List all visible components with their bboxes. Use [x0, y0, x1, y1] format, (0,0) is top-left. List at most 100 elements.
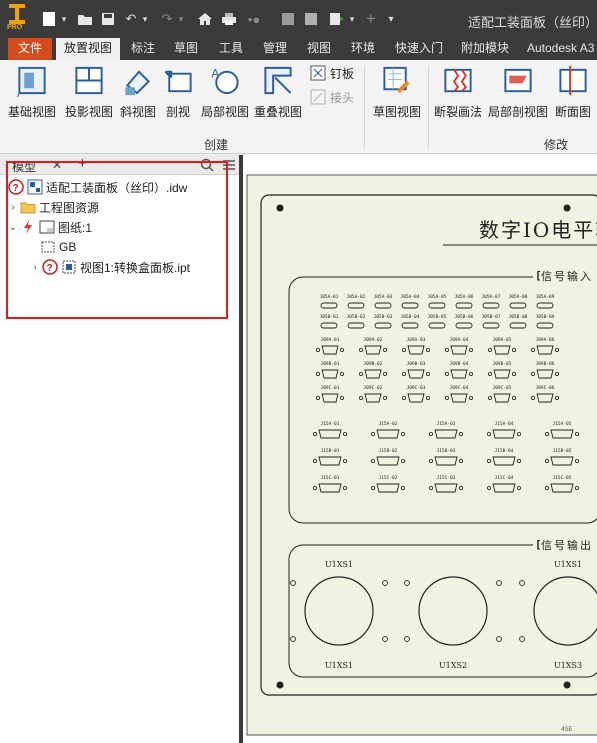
tree-label-drawing-resources: 工程图资源	[39, 200, 100, 215]
new-dropdown-icon[interactable]: ▾	[58, 10, 70, 28]
tab-file[interactable]: 文件	[8, 38, 52, 60]
ribbon-panel: 基础视图 投影视图 斜视图 剖视 A 局部视图 重叠视图 钉板 接头 草图视图 …	[0, 60, 597, 154]
section-view-label: 剖视	[165, 105, 190, 119]
svg-text:A: A	[211, 68, 219, 81]
logo-edition-text: PRO	[7, 24, 23, 31]
small-connector	[401, 322, 419, 329]
redo-dropdown-icon[interactable]: ▾	[176, 10, 186, 28]
tab-autodesk-a3[interactable]: Autodesk A3	[527, 38, 597, 60]
tree-label-gb: GB	[59, 240, 77, 254]
connector-label: J09C-06	[536, 385, 555, 391]
connector-label: J15A-03	[437, 421, 456, 427]
export-dropdown-icon[interactable]: ▾	[347, 10, 357, 28]
detail-view-button[interactable]: A 局部视图	[200, 62, 250, 120]
connector-button[interactable]: 接头	[310, 88, 354, 106]
tab-manage[interactable]: 管理	[255, 38, 295, 60]
save-icon[interactable]	[98, 10, 118, 28]
connector-label: J15A-02	[379, 421, 398, 427]
connector-label: J09B-04	[450, 361, 469, 367]
overlay-view-button[interactable]: 重叠视图	[252, 62, 304, 120]
tree-label-document: 适配工装面板（丝印）.idw	[46, 180, 188, 195]
draft-view-button[interactable]: 草图视图	[371, 62, 423, 120]
tab-sketch[interactable]: 草图	[166, 38, 206, 60]
footer-mark: 4SE	[561, 726, 573, 733]
connector-label: J09C-01	[321, 385, 340, 391]
plus-icon[interactable]: +	[362, 9, 380, 28]
break-button[interactable]: 断裂画法	[432, 62, 484, 120]
search-icon[interactable]	[200, 158, 214, 172]
undo-icon[interactable]: ↶	[122, 10, 140, 28]
create-panel-title[interactable]: 创建	[204, 136, 228, 153]
tab-add-ins[interactable]: 附加模块	[456, 38, 514, 60]
connector-label: J09B-01	[321, 361, 340, 367]
tree-node-sheet[interactable]: ⌄ 图纸:1	[8, 218, 92, 236]
tab-place-views[interactable]: 放置视图	[56, 38, 120, 60]
connector-label: J05B-05	[428, 314, 447, 320]
projected-view-button[interactable]: 投影视图	[64, 62, 114, 120]
section-view-button[interactable]: 剖视	[160, 62, 196, 120]
customize-dropdown-icon[interactable]: ▾	[384, 10, 398, 28]
tab-view[interactable]: 视图	[299, 38, 339, 60]
break-icon	[444, 68, 472, 93]
tree-label-sheet: 图纸:1	[58, 220, 93, 235]
projected-view-icon	[75, 66, 103, 95]
export-icon[interactable]	[327, 10, 347, 28]
input-section-label: 信号输入	[541, 269, 593, 283]
overlay-view-label: 重叠视图	[253, 105, 302, 119]
slice-label: 断面图	[554, 105, 591, 119]
redo-icon[interactable]: ↷	[158, 10, 176, 28]
connector-label: J15B-04	[495, 448, 514, 454]
connector-label: J15B-01	[321, 448, 340, 454]
select-icon[interactable]	[302, 10, 320, 28]
tree-node-border-gb[interactable]: GB	[40, 238, 76, 256]
small-connector	[374, 302, 392, 309]
overlay-view-icon	[264, 66, 292, 95]
print-icon[interactable]	[219, 10, 239, 28]
chevron-right-icon[interactable]: ›	[8, 202, 18, 213]
view-icon	[62, 260, 76, 274]
slice-button[interactable]: 断面图	[551, 62, 595, 120]
tab-get-started[interactable]: 快速入门	[390, 38, 448, 60]
auxiliary-view-label: 斜视图	[119, 105, 156, 119]
open-icon[interactable]	[75, 10, 95, 28]
slice-icon	[559, 65, 587, 96]
tab-annotate[interactable]: 标注	[123, 38, 163, 60]
add-browser-icon[interactable]: +	[78, 155, 87, 172]
output-bottom-label: U1XS2	[439, 661, 467, 670]
new-icon[interactable]	[38, 10, 60, 28]
return-icon[interactable]: •●	[243, 10, 265, 28]
tree-node-view1[interactable]: › ? 视图1:转换盒面板.ipt	[30, 258, 190, 276]
inventor-logo[interactable]: PRO	[6, 4, 28, 34]
drawing-title: 数字IO电平转	[479, 218, 597, 242]
connector-label: J15C-05	[553, 475, 572, 481]
browser-tab-model[interactable]: 模型	[12, 158, 36, 175]
small-connector	[482, 302, 500, 309]
ribbon-tabs: 文件 放置视图 标注 草图 工具 管理 视图 环境 快速入门 附加模块 Auto…	[0, 38, 597, 60]
tab-environments[interactable]: 环境	[343, 38, 383, 60]
modify-panel-title[interactable]: 修改	[544, 136, 568, 153]
chevron-down-icon[interactable]: ⌄	[8, 222, 18, 233]
document-title: 适配工装面板（丝印）.id	[468, 15, 597, 30]
small-connector	[428, 322, 446, 329]
active-sheet-icon	[24, 220, 32, 234]
connector-label: J05B-03	[374, 314, 393, 320]
connector-label: J05B-04	[401, 314, 420, 320]
undo-dropdown-icon[interactable]: ▾	[140, 10, 150, 28]
connector-label: J05B-01	[320, 314, 339, 320]
menu-icon[interactable]	[222, 158, 236, 172]
measure-icon[interactable]	[279, 10, 297, 28]
connector-label: J15B-03	[437, 448, 456, 454]
tab-tools[interactable]: 工具	[211, 38, 251, 60]
home-icon[interactable]	[196, 10, 214, 28]
drawing-sheet[interactable]: 数字IO电平转 [ 信号输入 J05A-01J05A-02J05A-03J05A…	[243, 165, 597, 743]
small-connector	[347, 322, 365, 329]
tree-node-document[interactable]: ? 适配工装面板（丝印）.idw	[8, 178, 187, 196]
break-out-button[interactable]: 局部剖视图	[487, 62, 549, 120]
chevron-right-icon[interactable]: ›	[30, 262, 40, 273]
base-view-button[interactable]: 基础视图	[6, 62, 58, 120]
tree-node-drawing-resources[interactable]: › 工程图资源	[8, 198, 99, 216]
close-icon[interactable]: ✕	[52, 158, 62, 172]
connector-label: J05B-06	[455, 314, 474, 320]
nailboard-button[interactable]: 钉板	[310, 64, 354, 82]
auxiliary-view-button[interactable]: 斜视图	[118, 62, 158, 120]
